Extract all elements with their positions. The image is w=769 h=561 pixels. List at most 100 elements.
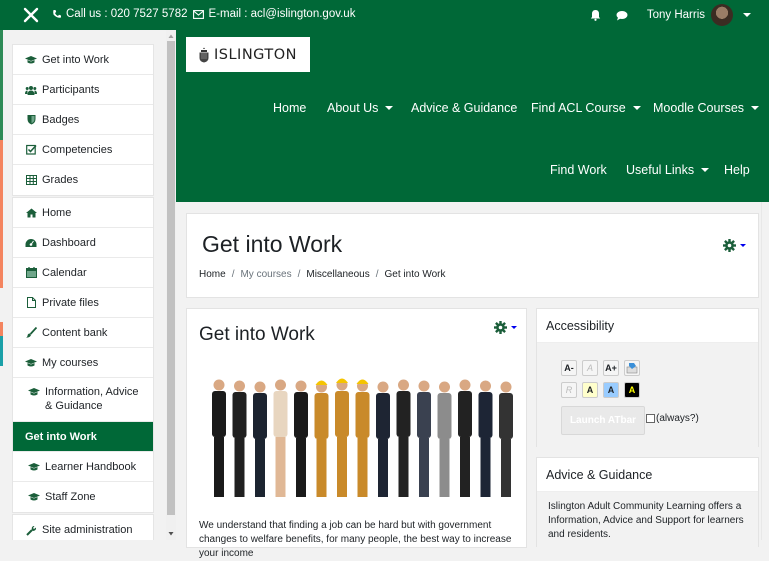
nav-item-calendar[interactable]: Calendar [13,258,153,288]
reset-colour-button[interactable]: R [561,382,577,398]
person-figure [273,379,288,497]
user-name[interactable]: Tony Harris [647,9,705,21]
nav-about-us[interactable]: About Us [327,101,394,115]
person-figure [458,379,472,497]
graduation-cap-icon [28,491,40,503]
person-figure [314,380,329,497]
course-section: Get into Work We understand that finding… [186,308,527,559]
notifications-bell-icon[interactable] [589,9,603,21]
section-title: Get into Work [199,324,315,345]
section-settings-menu[interactable] [494,321,517,334]
nav-find-work[interactable]: Find Work [550,163,607,177]
save-settings-button[interactable] [624,360,640,376]
decrease-text-size-button[interactable]: A- [561,360,577,376]
chevron-down-icon [632,106,641,110]
close-drawer-icon[interactable] [22,5,40,25]
course-nav-group: Get into Work Participants Badges Compet… [12,44,154,196]
messages-chat-icon[interactable] [615,10,629,21]
chevron-down-icon [701,168,710,172]
nav-home[interactable]: Home [273,101,306,115]
chevron-down-icon [751,106,760,110]
block-title: Advice & Guidance [537,458,758,492]
chevron-down-icon [385,106,394,110]
person-figure [417,380,431,497]
nav-item-my-courses[interactable]: My courses [13,348,153,378]
nav-item-badges[interactable]: Badges [13,105,153,135]
person-figure [355,379,370,497]
breadcrumb-my-courses[interactable]: My courses [240,269,291,280]
nav-item-learner-handbook[interactable]: Learner Handbook [13,452,153,482]
course-settings-menu[interactable] [723,239,746,252]
scroll-up-arrow-icon[interactable] [168,33,174,39]
nav-item-grades[interactable]: Grades [13,165,153,195]
wrench-icon [25,524,37,536]
nav-advice-guidance[interactable]: Advice & Guidance [411,101,517,115]
nav-useful-links[interactable]: Useful Links [626,163,710,177]
nav-item-content-bank[interactable]: Content bank [13,318,153,348]
paintbrush-icon [25,327,37,339]
nav-item-info-advice-guidance[interactable]: Information, Advice & Guidance [13,378,153,422]
check-square-icon [25,144,37,156]
email-link[interactable]: E-mail : acl@islington.gov.uk [208,8,355,20]
person-figure [335,378,349,497]
nav-moodle-courses[interactable]: Moodle Courses [653,101,760,115]
breadcrumb-home[interactable]: Home [199,269,226,280]
launch-atbar-button[interactable]: Launch ATbar [561,406,645,435]
chevron-down-icon [511,326,517,329]
calendar-icon [25,267,37,279]
user-avatar[interactable] [711,4,733,26]
person-figure [232,380,247,497]
person-figure [499,381,513,497]
accessibility-block: Accessibility A- A A+ R A A A Launch ATb… [536,308,759,447]
users-icon [25,84,37,96]
high-contrast-button[interactable]: A [624,382,640,398]
increase-text-size-button[interactable]: A+ [603,360,619,376]
dashboard-icon [25,237,37,249]
nav-item-private-files[interactable]: Private files [13,288,153,318]
yellow-scheme-button[interactable]: A [582,382,598,398]
person-figure [212,379,226,497]
logo-text: ISLINGTON [214,46,298,63]
advice-guidance-block: Advice & Guidance Islington Adult Commun… [536,457,759,552]
nav-find-acl-course[interactable]: Find ACL Course [531,101,641,115]
page-scrollbar[interactable] [761,202,769,540]
nav-item-staff-zone[interactable]: Staff Zone [13,482,153,512]
reset-text-size-button[interactable]: A [582,360,598,376]
breadcrumb-current: Get into Work [384,269,446,280]
nav-item-site-administration[interactable]: Site administration [13,515,153,540]
nav-item-participants[interactable]: Participants [13,75,153,105]
save-disk-icon [626,363,638,374]
home-icon [25,207,37,219]
graduation-cap-icon [25,357,37,369]
breadcrumb: Home / My courses / Miscellaneous / Get … [199,269,446,280]
nav-help[interactable]: Help [724,163,750,177]
person-figure [376,381,390,497]
nav-item-get-into-work-active[interactable]: Get into Work [13,422,153,452]
graduation-cap-icon [25,54,37,66]
top-bar: Call us : 020 7527 5782 E-mail : acl@isl… [0,0,769,30]
phone-number[interactable]: Call us : 020 7527 5782 [66,8,187,20]
breadcrumb-miscellaneous[interactable]: Miscellaneous [306,269,369,280]
graduation-cap-icon [28,386,40,398]
block-content: Islington Adult Community Learning offer… [537,492,758,552]
person-figure [294,380,308,497]
nav-item-home[interactable]: Home [13,198,153,228]
always-checkbox[interactable] [646,414,655,423]
drawer-scrollbar-thumb[interactable] [167,41,175,515]
user-menu-caret-icon[interactable] [743,13,751,17]
blue-scheme-button[interactable]: A [603,382,619,398]
islington-logo[interactable]: ISLINGTON [186,37,310,72]
nav-drawer: Get into Work Participants Badges Compet… [3,30,175,540]
person-figure [478,380,493,497]
workers-group-image [212,378,513,497]
gear-icon [494,321,507,334]
always-launch-option: (always?) [646,413,699,424]
nav-item-competencies[interactable]: Competencies [13,135,153,165]
chevron-down-icon [740,244,746,247]
nav-item-course-home[interactable]: Get into Work [13,45,153,75]
page-header: Get into Work Home / My courses / Miscel… [186,213,759,298]
scroll-down-arrow-icon[interactable] [168,531,174,537]
nav-item-dashboard[interactable]: Dashboard [13,228,153,258]
file-icon [25,297,37,309]
site-header: ISLINGTON Home About Us Advice & Guidanc… [176,30,769,202]
